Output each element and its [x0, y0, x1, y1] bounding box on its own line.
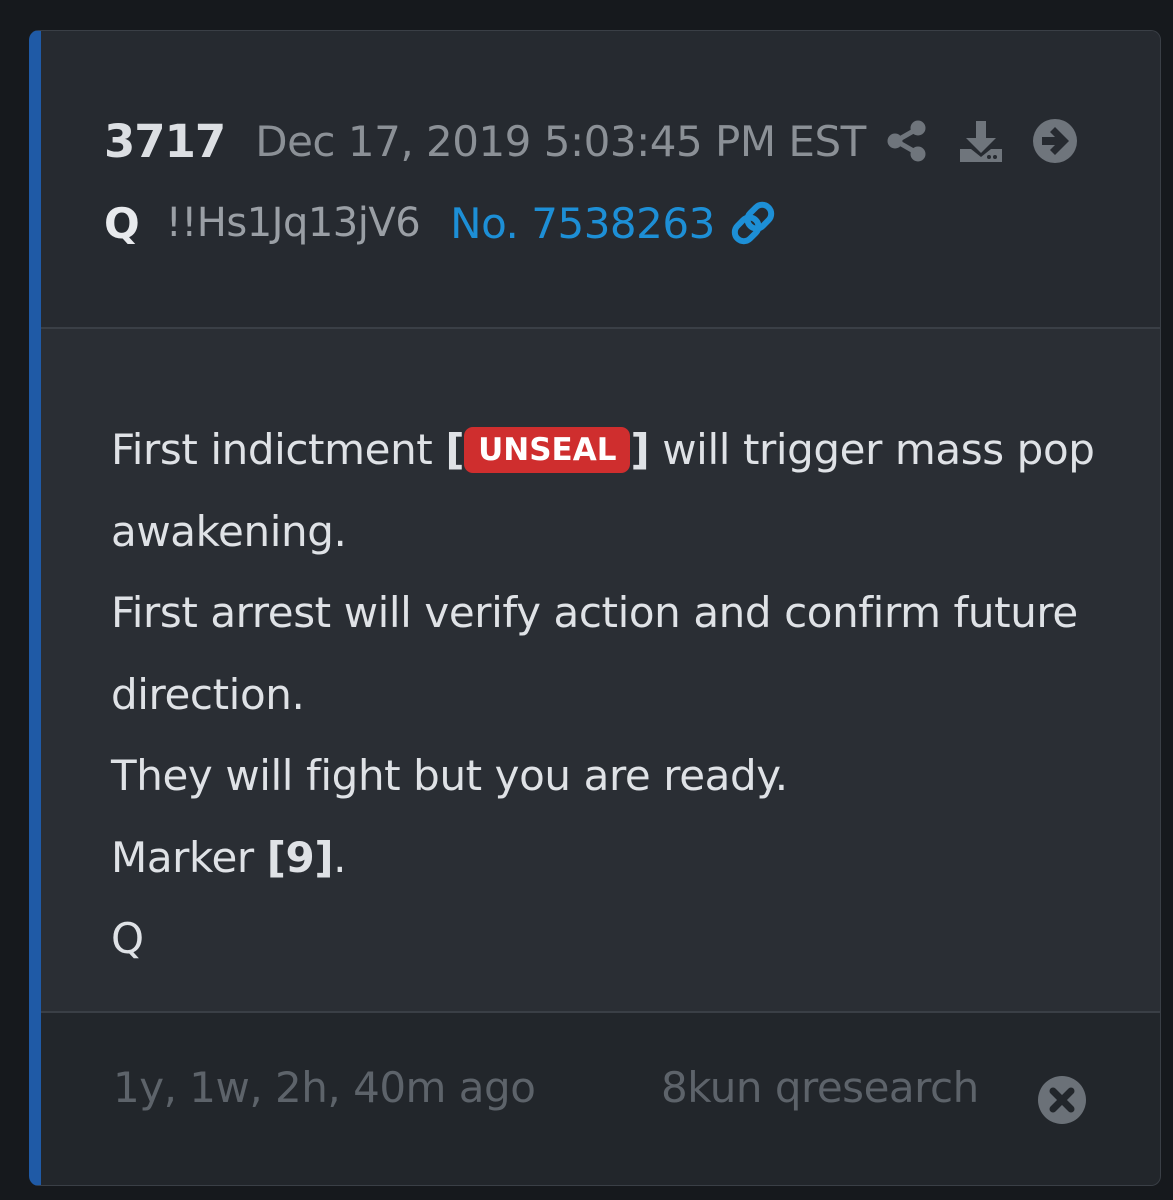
post-text-line: First arrest will verify action and conf…: [111, 588, 1078, 719]
post-card: 3717 Dec 17, 2019 5:03:45 PM EST Q !!Hs1…: [29, 30, 1161, 1186]
share-icon[interactable]: [881, 115, 933, 167]
post-header: 3717 Dec 17, 2019 5:03:45 PM EST Q !!Hs1…: [41, 31, 1160, 329]
post-signature: Q: [111, 914, 144, 963]
author-name: Q: [104, 198, 140, 248]
post-author-row: Q !!Hs1Jq13jV6 No. 7538263: [104, 193, 779, 253]
unseal-badge: UNSEAL: [464, 427, 631, 473]
post-text-line: Marker [9].: [111, 817, 1120, 899]
arrow-right-circle-icon[interactable]: [1029, 115, 1081, 167]
tripcode: !!Hs1Jq13jV6: [165, 200, 421, 246]
marker-suffix: .: [333, 832, 347, 882]
download-icon[interactable]: [955, 115, 1007, 167]
post-source: 8kun qresearch: [661, 1063, 979, 1112]
bracket-open: [: [445, 425, 465, 474]
post-age: 1y, 1w, 2h, 40m ago: [113, 1063, 536, 1112]
post-actions: [881, 115, 1103, 167]
post-text-line: First indictment [UNSEAL] will trigger m…: [111, 409, 1120, 572]
post-footer: 1y, 1w, 2h, 40m ago 8kun qresearch: [41, 1011, 1160, 1185]
post-body: First indictment [UNSEAL] will trigger m…: [111, 409, 1120, 980]
post-number-link[interactable]: No. 7538263: [450, 199, 715, 248]
post-meta-row: 3717 Dec 17, 2019 5:03:45 PM EST: [104, 111, 866, 171]
post-number: 3717: [104, 114, 226, 168]
post-date: Dec 17, 2019 5:03:45 PM EST: [255, 116, 866, 166]
text-segment: First indictment: [111, 425, 446, 474]
bracket-close: ]: [630, 425, 650, 474]
marker-value: [9]: [266, 832, 334, 882]
marker-label: Marker: [111, 832, 267, 882]
close-circle-icon[interactable]: [1037, 1075, 1087, 1125]
link-icon[interactable]: [727, 197, 779, 249]
post-text-line: They will fight but you are ready.: [111, 751, 788, 800]
